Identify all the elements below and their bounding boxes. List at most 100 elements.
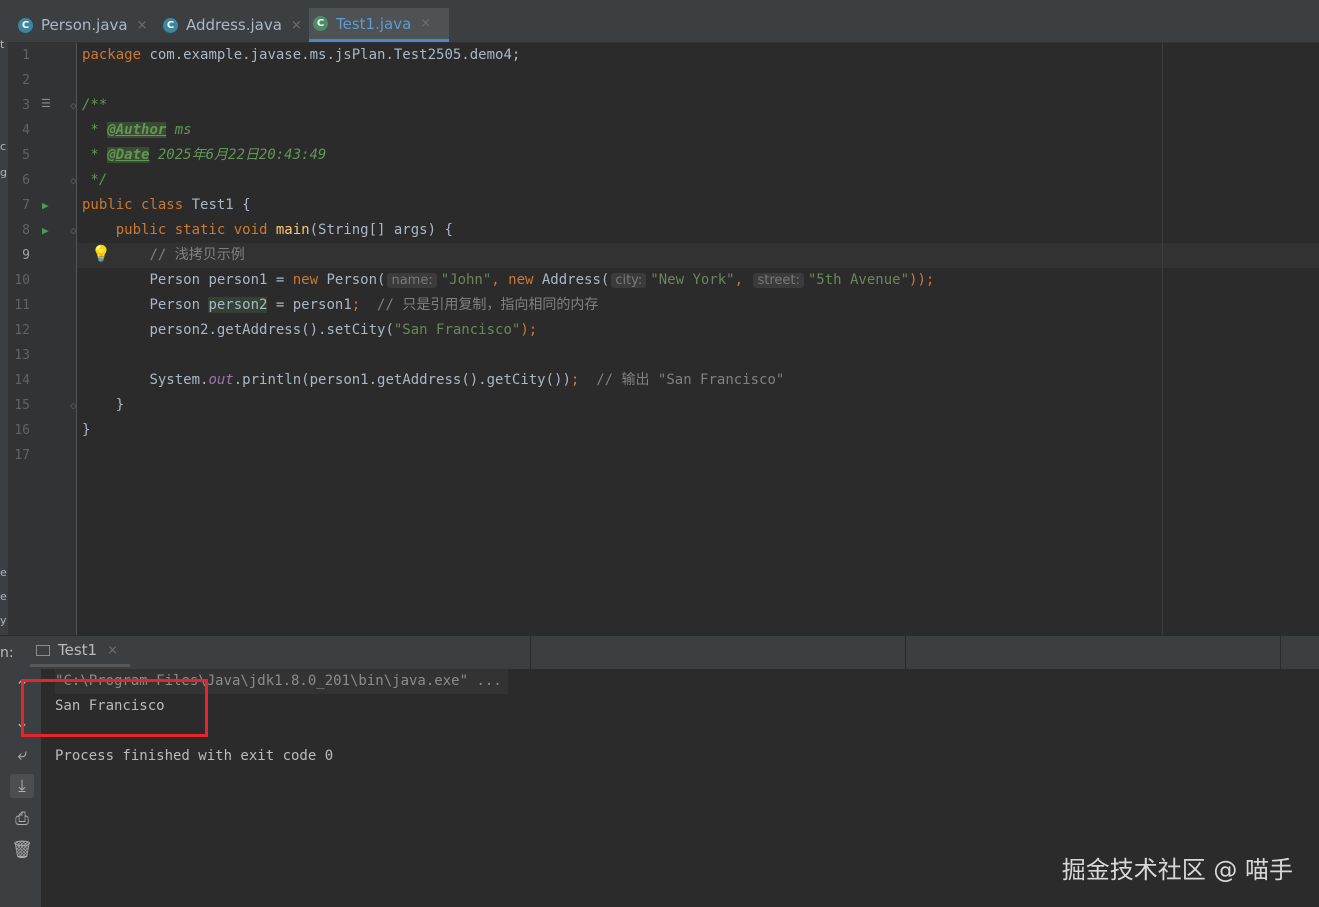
divider xyxy=(530,636,531,670)
code-token: Person person1 = xyxy=(149,272,293,288)
run-icon[interactable]: ▶ xyxy=(42,218,49,243)
editor-tab-bar: C Person.java × C Address.java × C Test1… xyxy=(8,0,1319,43)
project-panel-char: y xyxy=(0,614,7,627)
scroll-to-end-icon[interactable]: ⤓ xyxy=(10,774,34,798)
divider xyxy=(1280,636,1281,670)
code-token: */ xyxy=(82,172,108,188)
code-token: person2.getAddress().setCity( xyxy=(149,322,394,338)
fold-icon[interactable]: ◇ xyxy=(70,93,77,118)
run-tab-test1[interactable]: Test1 × xyxy=(30,636,130,667)
doc-tag: @Date xyxy=(107,147,150,163)
code-token: } xyxy=(82,422,91,438)
close-icon[interactable]: × xyxy=(291,18,302,33)
line-number: 16 xyxy=(14,423,30,438)
code-token: * xyxy=(82,147,108,163)
code-token: )); xyxy=(909,272,935,288)
code-line-current: // 浅拷贝示例 xyxy=(77,243,1319,268)
code-token: new xyxy=(292,272,319,288)
code-editor[interactable]: package com.example.javase.ms.jsPlan.Tes… xyxy=(77,43,1319,635)
code-token: (String[] args) { xyxy=(309,222,453,238)
tab-test1-java[interactable]: C Test1.java × xyxy=(309,8,449,42)
code-line: public static void main(String[] args) { xyxy=(77,218,1319,243)
divider xyxy=(905,636,906,670)
code-token: public class xyxy=(82,197,184,213)
line-number: 13 xyxy=(14,348,30,363)
code-token: Person xyxy=(149,297,209,313)
code-token: * xyxy=(82,122,108,138)
print-icon[interactable]: ⎙ xyxy=(10,807,34,831)
line-number: 6 xyxy=(22,173,30,188)
close-icon[interactable]: × xyxy=(420,16,431,31)
java-class-icon: C xyxy=(163,17,178,33)
console-icon xyxy=(36,644,50,656)
code-token: System. xyxy=(149,372,209,388)
trash-icon[interactable]: 🗑 xyxy=(10,838,34,862)
line-number: 1 xyxy=(22,48,30,63)
line-number: 15 xyxy=(14,398,30,413)
project-panel-char: c xyxy=(0,140,7,153)
watermark: 掘金技术社区 @ 喵手 xyxy=(1061,856,1293,884)
fold-icon[interactable]: ◇ xyxy=(70,168,77,193)
parameter-hint: street: xyxy=(753,273,804,288)
close-icon[interactable]: × xyxy=(107,643,118,658)
code-token: Test1 { xyxy=(183,197,251,213)
code-token: ); xyxy=(520,322,538,338)
lightbulb-icon[interactable]: 💡 xyxy=(91,241,111,266)
tab-label: Test1.java xyxy=(336,14,412,33)
tab-person-java[interactable]: C Person.java × xyxy=(14,8,156,42)
line-number: 12 xyxy=(14,323,30,338)
code-string: "John" xyxy=(440,272,492,288)
line-number: 7 xyxy=(22,198,30,213)
structure-icon: ☰ xyxy=(41,97,51,110)
line-number: 11 xyxy=(14,298,30,313)
fold-icon[interactable]: ◇ xyxy=(70,218,77,243)
code-token: new xyxy=(508,272,534,288)
code-string: "New York" xyxy=(650,272,735,288)
code-string: "San Francisco" xyxy=(393,322,521,338)
code-line: */ xyxy=(77,168,1319,193)
code-token: , xyxy=(734,272,752,288)
line-number: 2 xyxy=(22,73,30,88)
code-line: /** xyxy=(77,93,1319,118)
fold-icon[interactable]: ◇ xyxy=(70,393,77,418)
soft-wrap-icon[interactable]: ⤶ xyxy=(10,743,34,767)
run-icon[interactable]: ▶ xyxy=(42,193,49,218)
code-line: System.out.println(person1.getAddress().… xyxy=(77,368,1319,393)
code-token: Person( xyxy=(318,272,386,288)
close-icon[interactable]: × xyxy=(137,18,148,33)
code-field: out xyxy=(208,372,234,388)
line-number: 14 xyxy=(14,373,30,388)
code-string: "5th Avenue" xyxy=(807,272,910,288)
project-panel-char: e xyxy=(0,590,7,603)
code-token: package xyxy=(82,47,142,63)
code-comment: // 浅拷贝示例 xyxy=(149,247,245,263)
code-line: } xyxy=(77,393,1319,418)
line-number: 9 xyxy=(22,248,30,263)
code-line: person2.getAddress().setCity("San Franci… xyxy=(77,318,1319,343)
code-line: public class Test1 { xyxy=(77,193,1319,218)
highlighted-variable: person2 xyxy=(208,297,268,313)
console-exit-line: Process finished with exit code 0 xyxy=(55,748,334,764)
code-token: com.example.javase.ms.jsPlan.Test2505.de… xyxy=(141,47,521,63)
tab-address-java[interactable]: C Address.java × xyxy=(159,8,312,42)
code-token: /** xyxy=(82,97,108,113)
project-panel-char: e xyxy=(0,566,7,579)
code-token: = person1 xyxy=(267,297,352,313)
code-comment: // 只是引用复制，指向相同的内存 xyxy=(360,297,599,313)
doc-tag: @Author xyxy=(107,122,167,138)
project-panel-char: t xyxy=(0,38,5,51)
line-number: 3 xyxy=(22,98,30,113)
code-line: } xyxy=(77,418,1319,443)
code-token: main xyxy=(267,222,310,238)
code-token: ; xyxy=(351,297,361,313)
code-comment: // 输出 "San Francisco" xyxy=(579,372,785,388)
tab-label: Address.java xyxy=(186,16,282,34)
code-line: package com.example.javase.ms.jsPlan.Tes… xyxy=(77,43,1319,68)
run-panel-label: n: xyxy=(0,645,14,661)
code-token: public static void xyxy=(115,222,268,238)
tab-label: Person.java xyxy=(41,16,128,34)
